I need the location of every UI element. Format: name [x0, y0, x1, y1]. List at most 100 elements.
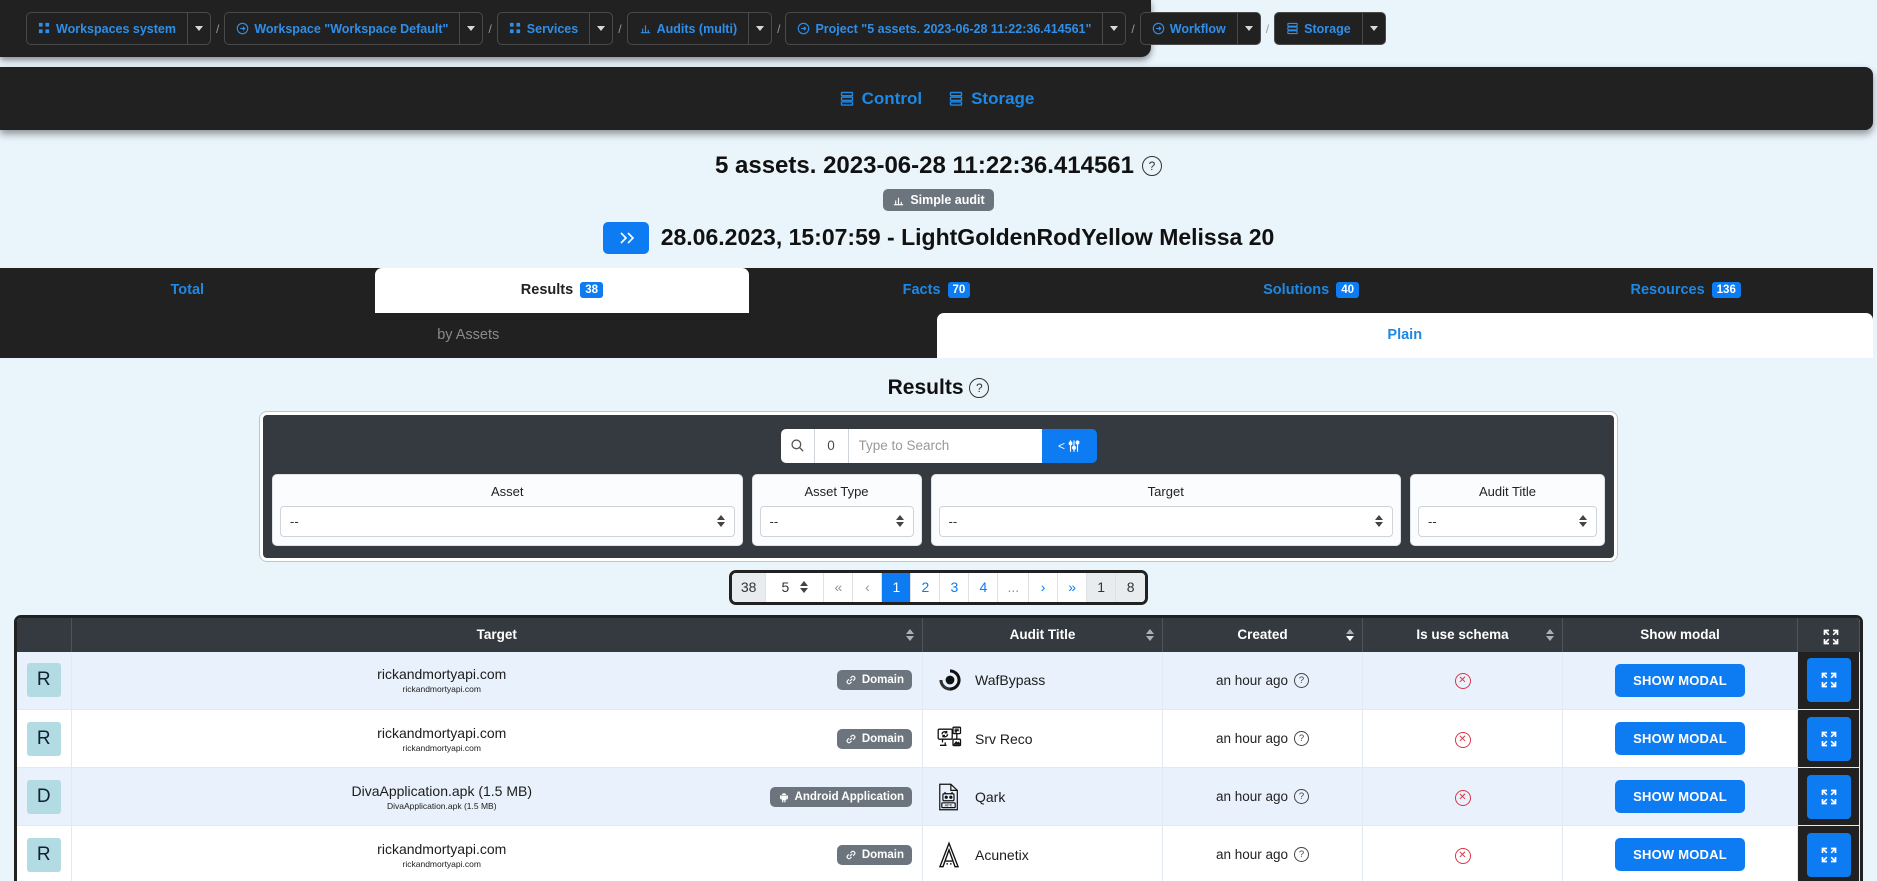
tab-total[interactable]: Total [0, 268, 375, 313]
pagination-page-3[interactable]: 3 [940, 572, 970, 602]
breadcrumb-dropdown-6[interactable] [1361, 13, 1385, 44]
table-row[interactable]: D DivaApplication.apk (1.5 MB) DivaApplica… [17, 767, 1860, 826]
table-row[interactable]: Rrickandmortyapi.com rickandmortyapi.com D… [17, 709, 1860, 768]
search-input[interactable] [848, 428, 1042, 463]
sort-icon[interactable] [1146, 628, 1154, 641]
expand-row-button[interactable] [1806, 658, 1851, 703]
show-modal-button[interactable]: SHOW MODAL [1615, 722, 1745, 755]
breadcrumb-link-6[interactable]: Storage [1275, 22, 1362, 36]
row-is-use-schema-cell: ✕ [1362, 767, 1563, 826]
table-row[interactable]: Rrickandmortyapi.com rickandmortyapi.com D… [17, 825, 1860, 881]
table-col-expand-head[interactable] [1797, 617, 1860, 652]
pagination-page-4[interactable]: 4 [969, 572, 999, 602]
breadcrumb-item-4[interactable]: Project "5 assets. 2023-06-28 11:22:36.4… [785, 12, 1127, 45]
table-col-show-modal-head[interactable]: Show modal [1562, 617, 1798, 652]
breadcrumb-item-3[interactable]: Audits (multi) [626, 12, 773, 45]
filter-toggle-button[interactable]: < [1041, 428, 1097, 463]
sort-icon[interactable] [1546, 628, 1554, 641]
tab-label: Results [520, 282, 574, 298]
row-show-modal-cell: SHOW MODAL [1562, 651, 1798, 710]
pagination-page-1[interactable]: 1 [882, 572, 912, 602]
breadcrumb-link-1[interactable]: Workspace "Workspace Default" [225, 22, 459, 36]
table-col-created-head[interactable]: Created [1162, 617, 1363, 652]
breadcrumb-dropdown-0[interactable] [186, 13, 210, 44]
pagination-prev[interactable]: ‹ [853, 572, 883, 602]
show-modal-button[interactable]: SHOW MODAL [1615, 663, 1745, 697]
column-header-label: Target [476, 627, 517, 642]
storage-icon [948, 91, 964, 107]
status-badge: ✕ [1454, 731, 1471, 748]
breadcrumb-link-5[interactable]: Workflow [1141, 22, 1237, 36]
wafbypass-icon [937, 665, 965, 695]
fast-forward-button[interactable] [602, 221, 649, 254]
table-col-avatar [17, 617, 72, 652]
expand-row-button[interactable] [1806, 716, 1851, 761]
tab-results[interactable]: Results 38 [374, 267, 750, 313]
breadcrumb-dropdown-4[interactable] [1102, 13, 1125, 44]
breadcrumb-separator: / [215, 21, 220, 36]
help-icon[interactable]: ? [969, 377, 990, 398]
chevron-updown-icon [800, 581, 809, 593]
nav-item-storage[interactable]: Storage [948, 89, 1034, 109]
pagination-first[interactable]: « [824, 572, 854, 602]
nav-item-control[interactable]: Control [839, 89, 922, 109]
breadcrumb-link-2[interactable]: Services [498, 22, 589, 36]
breadcrumb-link-0[interactable]: Workspaces system [27, 22, 187, 36]
expand-row-button[interactable] [1806, 832, 1851, 877]
breadcrumb-dropdown-2[interactable] [589, 13, 612, 44]
table-col-audit-title-head[interactable]: Audit Title [922, 617, 1163, 652]
breadcrumb-item-0[interactable]: Workspaces system [26, 12, 211, 45]
help-icon[interactable]: ? [1142, 156, 1162, 176]
storage-icon [1286, 22, 1299, 35]
pagination-page-2[interactable]: 2 [911, 572, 941, 602]
asset-type-label: Android Application [794, 790, 904, 803]
breadcrumb-label-6: Storage [1304, 21, 1351, 36]
tab-facts[interactable]: Facts 70 [749, 268, 1124, 313]
help-icon[interactable]: ? [1294, 672, 1310, 688]
pagination-last[interactable]: » [1058, 572, 1088, 602]
pagination-ellipsis[interactable]: ... [998, 572, 1030, 602]
tab-resources[interactable]: Resources 136 [1498, 268, 1873, 313]
filter-select[interactable]: -- [280, 505, 735, 537]
help-icon[interactable]: ? [1294, 731, 1310, 746]
audit-icon [892, 194, 905, 207]
row-expand-cell [1797, 651, 1860, 710]
show-modal-button[interactable]: SHOW MODAL [1615, 780, 1745, 813]
subtab-plain[interactable]: Plain [936, 312, 1873, 358]
pagination-last-label: » [1068, 579, 1077, 595]
sort-icon[interactable] [906, 628, 914, 641]
row-expand-cell [1797, 825, 1860, 881]
tab-label: Solutions [1263, 282, 1330, 298]
filter-label: Audit Title [1478, 483, 1537, 499]
help-icon[interactable]: ? [1294, 789, 1310, 804]
breadcrumb-dropdown-1[interactable] [459, 13, 482, 44]
row-is-use-schema-cell: ✕ [1362, 709, 1563, 768]
breadcrumb-dropdown-3[interactable] [748, 13, 771, 44]
table-col-target-head[interactable]: Target [71, 617, 923, 652]
breadcrumb-item-2[interactable]: Services [496, 12, 614, 45]
pagination-per-page[interactable]: 5 [766, 572, 825, 602]
breadcrumb-dropdown-5[interactable] [1236, 13, 1260, 44]
pagination-next[interactable]: › [1029, 572, 1059, 602]
breadcrumb-link-3[interactable]: Audits (multi) [628, 22, 749, 36]
breadcrumb-item-1[interactable]: Workspace "Workspace Default" [224, 12, 484, 45]
show-modal-button[interactable]: SHOW MODAL [1615, 838, 1745, 871]
target-name: rickandmortyapi.com [377, 724, 507, 741]
table-row[interactable]: Rrickandmortyapi.com rickandmortyapi.com D… [17, 651, 1860, 710]
table-col-is-use-schema-head[interactable]: Is use schema [1362, 617, 1563, 652]
page-title: 5 assets. 2023-06-28 11:22:36.414561 ? [715, 152, 1162, 180]
breadcrumb-item-6[interactable]: Storage [1274, 12, 1386, 45]
tab-solutions[interactable]: Solutions 40 [1124, 268, 1499, 313]
help-icon[interactable]: ? [1294, 847, 1310, 862]
filter-select[interactable]: -- [938, 505, 1393, 537]
sliders-icon [1067, 439, 1080, 452]
expand-row-button[interactable] [1806, 774, 1851, 819]
subtab-by-assets[interactable]: by Assets [0, 313, 937, 358]
breadcrumb-item-5[interactable]: Workflow [1139, 12, 1261, 45]
filter-select[interactable]: -- [759, 505, 914, 537]
filter-select[interactable]: -- [1418, 505, 1597, 537]
row-audit-title-cell: APK Qark [922, 767, 1163, 826]
breadcrumb-link-4[interactable]: Project "5 assets. 2023-06-28 11:22:36.4… [786, 22, 1102, 36]
sort-icon[interactable] [1346, 628, 1354, 641]
filter-panel: 0 < Asset--Asset Type--Target--Audit Tit… [260, 411, 1617, 561]
